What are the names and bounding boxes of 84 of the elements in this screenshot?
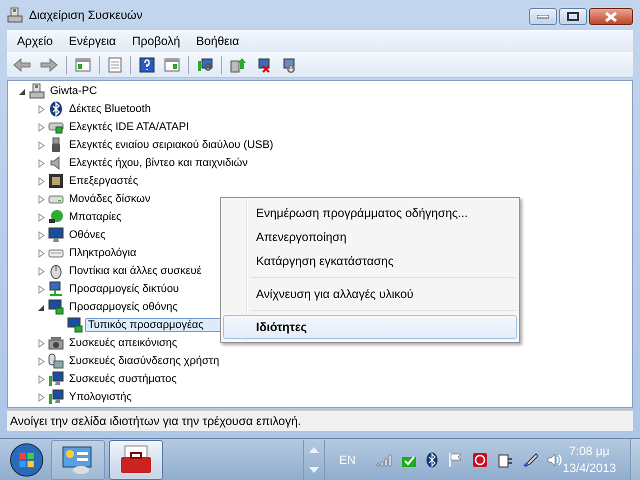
expand-arrow-icon[interactable] bbox=[37, 140, 46, 150]
expand-arrow-icon[interactable] bbox=[37, 248, 46, 258]
menu-item[interactable]: Ενέργεια bbox=[60, 32, 124, 50]
menu-item[interactable]: Απενεργοποίηση bbox=[223, 225, 517, 249]
tree-item[interactable]: Επεξεργαστές bbox=[66, 174, 142, 188]
tree-item[interactable]: Δέκτες Bluetooth bbox=[66, 102, 154, 116]
document-icon[interactable] bbox=[108, 56, 122, 72]
expand-arrow-icon[interactable] bbox=[37, 284, 46, 294]
scroll-up-icon bbox=[309, 447, 320, 453]
toolbox-icon bbox=[119, 445, 154, 475]
taskbar-button[interactable] bbox=[109, 440, 164, 480]
tree-item[interactable]: Ελεγκτές IDE ATA/ATAPI bbox=[66, 120, 192, 134]
expand-arrow-icon[interactable] bbox=[37, 392, 46, 402]
tree-item[interactable]: Μπαταρίες bbox=[66, 210, 124, 224]
maximize-icon bbox=[567, 12, 579, 21]
expand-arrow-icon[interactable] bbox=[37, 194, 46, 204]
back-arrow-icon[interactable] bbox=[13, 58, 31, 72]
tree-item[interactable]: Ελεγκτές ήχου, βίντεο και παιχνιδιών bbox=[66, 156, 251, 170]
menu-item[interactable]: Αρχείο bbox=[9, 32, 61, 50]
expand-arrow-icon[interactable] bbox=[37, 356, 46, 366]
bluetooth-icon bbox=[48, 101, 64, 117]
power-plug-icon[interactable] bbox=[496, 452, 513, 468]
menu-item[interactable]: Βοήθεια bbox=[188, 32, 248, 50]
volume-icon[interactable] bbox=[546, 452, 563, 468]
bluetooth-icon[interactable] bbox=[426, 452, 438, 468]
computer-icon bbox=[7, 7, 23, 23]
status-text: Ανοίγει την σελίδα ιδιοτήτων για την τρέχουσα επιλογή. bbox=[10, 414, 302, 428]
collapse-arrow-icon[interactable] bbox=[18, 86, 27, 96]
shield-icon[interactable] bbox=[472, 452, 488, 468]
display-adapter-icon bbox=[67, 317, 83, 333]
expand-arrow-icon[interactable] bbox=[37, 266, 46, 276]
expand-arrow-icon[interactable] bbox=[37, 338, 46, 348]
forward-arrow-icon[interactable] bbox=[40, 58, 58, 72]
computer-monitor-icon bbox=[48, 389, 64, 405]
mouse-icon bbox=[48, 263, 64, 279]
minimize-button[interactable] bbox=[529, 8, 557, 25]
monitor-icon bbox=[48, 227, 64, 243]
computer-icon bbox=[29, 83, 45, 99]
pane-window-icon[interactable] bbox=[164, 58, 180, 72]
flag-icon[interactable] bbox=[446, 452, 463, 468]
computer-monitor-icon bbox=[48, 371, 64, 387]
tree-item[interactable]: Προσαρμογείς δικτύου bbox=[66, 282, 182, 296]
taskbar-button[interactable] bbox=[51, 440, 106, 480]
expand-arrow-icon[interactable] bbox=[37, 104, 46, 114]
tree-item[interactable]: Συσκευές διασύνδεσης χρήστη bbox=[66, 354, 222, 368]
tree-item[interactable]: Οθόνες bbox=[66, 228, 108, 242]
close-icon bbox=[604, 10, 618, 22]
tree-item[interactable]: Giwta-PC bbox=[47, 84, 100, 98]
tree-item[interactable]: Πληκτρολόγια bbox=[66, 246, 140, 260]
device-up-arrow-icon[interactable] bbox=[230, 56, 246, 72]
minimize-icon bbox=[537, 14, 549, 18]
signal-icon[interactable] bbox=[376, 453, 392, 467]
expand-arrow-icon[interactable] bbox=[37, 212, 46, 222]
taskbar-scroll[interactable] bbox=[303, 440, 325, 480]
display-adapter-icon bbox=[48, 299, 64, 315]
expand-arrow-icon[interactable] bbox=[37, 158, 46, 168]
tree-item[interactable]: Ελεγκτές ενιαίου σειριακού διαύλου (USB) bbox=[66, 138, 276, 152]
help-icon[interactable] bbox=[139, 56, 155, 72]
tree-item[interactable]: Προσαρμογείς οθόνης bbox=[66, 300, 181, 314]
scroll-down-icon bbox=[309, 467, 320, 473]
tree-item[interactable]: Συσκευές συστήματος bbox=[66, 372, 180, 386]
chip-icon bbox=[48, 173, 64, 189]
expand-arrow-icon[interactable] bbox=[37, 176, 46, 186]
tree-item[interactable]: Υπολογιστής bbox=[66, 390, 135, 404]
menu-item[interactable]: Ιδιότητες bbox=[223, 315, 517, 339]
tree-item[interactable]: Ποντίκια και άλλες συσκευέ bbox=[66, 264, 204, 278]
pane-window-icon[interactable] bbox=[75, 58, 91, 72]
window-title: Διαχείριση Συσκευών bbox=[29, 8, 144, 22]
tree-item[interactable]: Συσκευές απεικόνισης bbox=[66, 336, 180, 350]
expand-arrow-icon[interactable] bbox=[37, 122, 46, 132]
maximize-button[interactable] bbox=[559, 8, 587, 25]
network-icon bbox=[48, 281, 64, 297]
expand-arrow-icon[interactable] bbox=[37, 374, 46, 384]
input-device-icon bbox=[48, 353, 64, 369]
monitor-magnifier-icon[interactable] bbox=[197, 56, 213, 72]
menu-item[interactable]: Ενημέρωση προγράμματος οδήγησης... bbox=[223, 201, 517, 225]
menu-item[interactable]: Προβολή bbox=[124, 32, 188, 50]
expand-arrow-icon[interactable] bbox=[37, 230, 46, 240]
tree-item[interactable]: Μονάδες δίσκων bbox=[66, 192, 154, 206]
menu-item[interactable]: Ανίχνευση για αλλαγές υλικού bbox=[223, 282, 517, 306]
menu-item[interactable]: Κατάργηση εγκατάστασης bbox=[223, 249, 517, 273]
collapse-arrow-icon[interactable] bbox=[37, 302, 46, 312]
camera-icon bbox=[48, 335, 64, 351]
close-button[interactable] bbox=[589, 8, 633, 25]
